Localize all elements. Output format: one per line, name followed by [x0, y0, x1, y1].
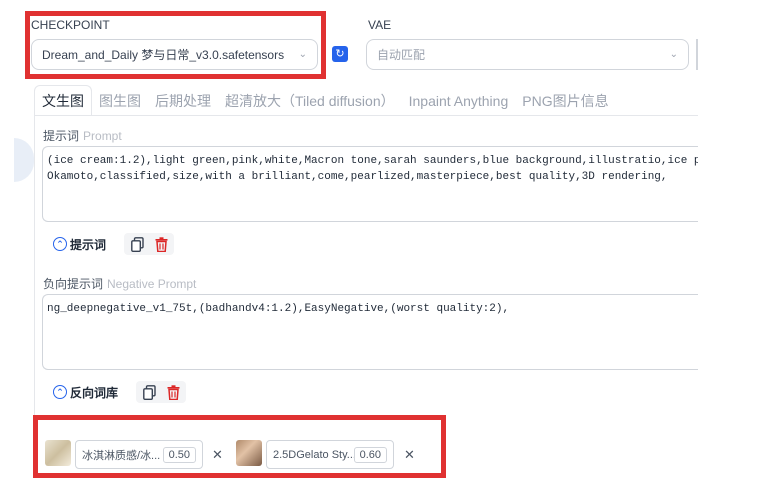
prompt-label: 提示词 Prompt: [43, 127, 122, 144]
tab-img2img[interactable]: 图生图: [92, 85, 148, 116]
prompt-toolbar: ⌃ 提示词: [53, 233, 175, 255]
negative-library-label: 反向词库: [70, 385, 119, 400]
copy-icon[interactable]: [142, 384, 156, 400]
prompt-label-en: Prompt: [83, 129, 122, 143]
chevron-up-circle-icon: ⌃: [53, 385, 67, 399]
tab-extras[interactable]: 后期处理: [148, 85, 218, 116]
tab-txt2img[interactable]: 文生图: [34, 85, 92, 116]
negative-prompt-textarea[interactable]: ng_deepnegative_v1_75t,(badhandv4:1.2),E…: [42, 294, 698, 370]
chevron-up-circle-icon: ⌃: [53, 237, 67, 251]
tab-tiled-diffusion[interactable]: 超清放大（Tiled diffusion）: [218, 85, 402, 116]
refresh-icon[interactable]: ↻: [332, 46, 348, 62]
negative-prompt-actions: [136, 381, 187, 403]
prompt-label-cn: 提示词: [43, 129, 80, 143]
next-select-edge: [696, 39, 698, 70]
prompt-toggle-label: 提示词: [70, 237, 107, 252]
negative-library-toggle-button[interactable]: ⌃ 反向词库: [53, 384, 118, 401]
vae-placeholder: 自动匹配: [377, 48, 426, 62]
tab-bar: 文生图 图生图 后期处理 超清放大（Tiled diffusion） Inpai…: [34, 85, 698, 116]
highlight-box: [25, 11, 326, 79]
negative-prompt-label: 负向提示词 Negative Prompt: [43, 275, 196, 292]
vae-label: VAE: [368, 18, 392, 32]
tab-png-info[interactable]: PNG图片信息: [515, 85, 615, 116]
tab-inpaint-anything[interactable]: Inpaint Anything: [402, 85, 516, 116]
prompt-actions: [124, 233, 175, 255]
chevron-down-icon: ⌄: [669, 49, 678, 60]
sidebar-edge: [14, 138, 34, 182]
copy-icon[interactable]: [130, 236, 144, 252]
highlight-box: [33, 415, 446, 478]
prompt-textarea[interactable]: (ice cream:1.2),light green,pink,white,M…: [42, 146, 698, 222]
negative-prompt-toolbar: ⌃ 反向词库: [53, 381, 187, 403]
negative-prompt-label-en: Negative Prompt: [107, 277, 197, 291]
trash-icon[interactable]: [166, 384, 180, 400]
trash-icon[interactable]: [154, 236, 168, 252]
prompt-toggle-button[interactable]: ⌃ 提示词: [53, 236, 106, 253]
negative-prompt-label-cn: 负向提示词: [43, 277, 104, 291]
vae-select[interactable]: 自动匹配 ⌄: [366, 39, 689, 70]
